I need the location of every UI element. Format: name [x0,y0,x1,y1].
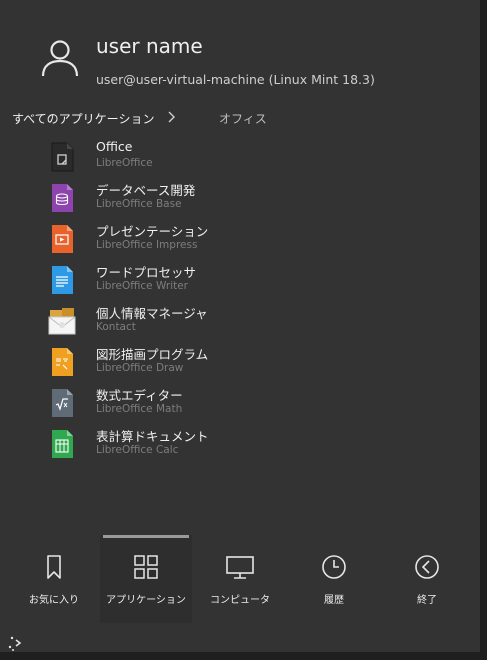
app-name: 数式エディター [96,388,183,403]
app-description: LibreOffice Calc [96,444,179,456]
app-name: 図形描画プログラム [96,347,209,362]
libreoffice-math-icon [52,389,73,417]
app-name: Office [96,139,133,154]
desktop-edge-bottom [0,652,487,660]
app-item-presentation[interactable]: プレゼンテーション LibreOffice Impress [44,220,304,260]
app-description: LibreOffice Math [96,403,183,415]
app-name: ワードプロセッサ [96,265,197,280]
bookmark-icon [47,555,61,579]
app-item-database[interactable]: データベース開発 LibreOffice Base [44,179,304,219]
app-description: LibreOffice Base [96,198,182,210]
back-circle-icon [415,555,439,579]
libreoffice-icon [51,142,74,172]
tab-label: 履歴 [324,595,344,606]
app-item-math[interactable]: 数式エディター LibreOffice Math [44,384,304,424]
user-avatar-icon[interactable] [40,38,80,78]
application-launcher: user name user@user-virtual-machine (Lin… [0,0,480,660]
breadcrumb-all-applications[interactable]: すべてのアプリケーション [12,110,154,127]
tab-computer[interactable]: コンピュータ [194,535,286,623]
app-item-drawing[interactable]: 図形描画プログラム LibreOffice Draw [44,343,304,383]
app-description: Kontact [96,321,136,333]
tab-label: コンピュータ [210,595,270,606]
app-item-office[interactable]: Office LibreOffice [44,138,304,178]
tab-label: お気に入り [29,595,79,606]
libreoffice-calc-icon [52,430,73,458]
desktop-edge-right [480,0,487,660]
app-item-kontact[interactable]: 個人情報マネージャ Kontact [44,302,304,342]
user-host-info: user@user-virtual-machine (Linux Mint 18… [96,72,375,87]
kontact-icon [48,308,76,335]
app-description: LibreOffice [96,157,153,169]
tab-leave[interactable]: 終了 [381,535,473,623]
clock-icon [322,555,346,579]
grid-icon [134,555,158,579]
app-item-word-processor[interactable]: ワードプロセッサ LibreOffice Writer [44,261,304,301]
active-tab-indicator [103,535,189,538]
app-description: LibreOffice Draw [96,362,184,374]
app-description: LibreOffice Writer [96,280,189,292]
libreoffice-impress-icon [52,225,73,253]
app-description: LibreOffice Impress [96,239,198,251]
tab-history[interactable]: 履歴 [288,535,380,623]
libreoffice-base-icon [52,184,73,212]
app-item-spreadsheet[interactable]: 表計算ドキュメント LibreOffice Calc [44,425,304,465]
tab-label: 終了 [417,595,437,606]
libreoffice-writer-icon [52,266,73,294]
app-name: データベース開発 [96,183,196,198]
app-name: 個人情報マネージャ [96,306,208,321]
user-name: user name [96,34,203,58]
app-name: プレゼンテーション [96,224,209,239]
tab-applications[interactable]: アプリケーション [100,535,192,623]
breadcrumb-current-category[interactable]: オフィス [219,110,267,127]
monitor-icon [226,556,254,579]
app-name: 表計算ドキュメント [96,429,209,444]
libreoffice-draw-icon [52,348,73,376]
resize-handle-icon[interactable] [6,634,24,652]
chevron-right-icon [168,111,175,123]
tab-label: アプリケーション [106,595,186,606]
tab-favorites[interactable]: お気に入り [8,535,100,623]
